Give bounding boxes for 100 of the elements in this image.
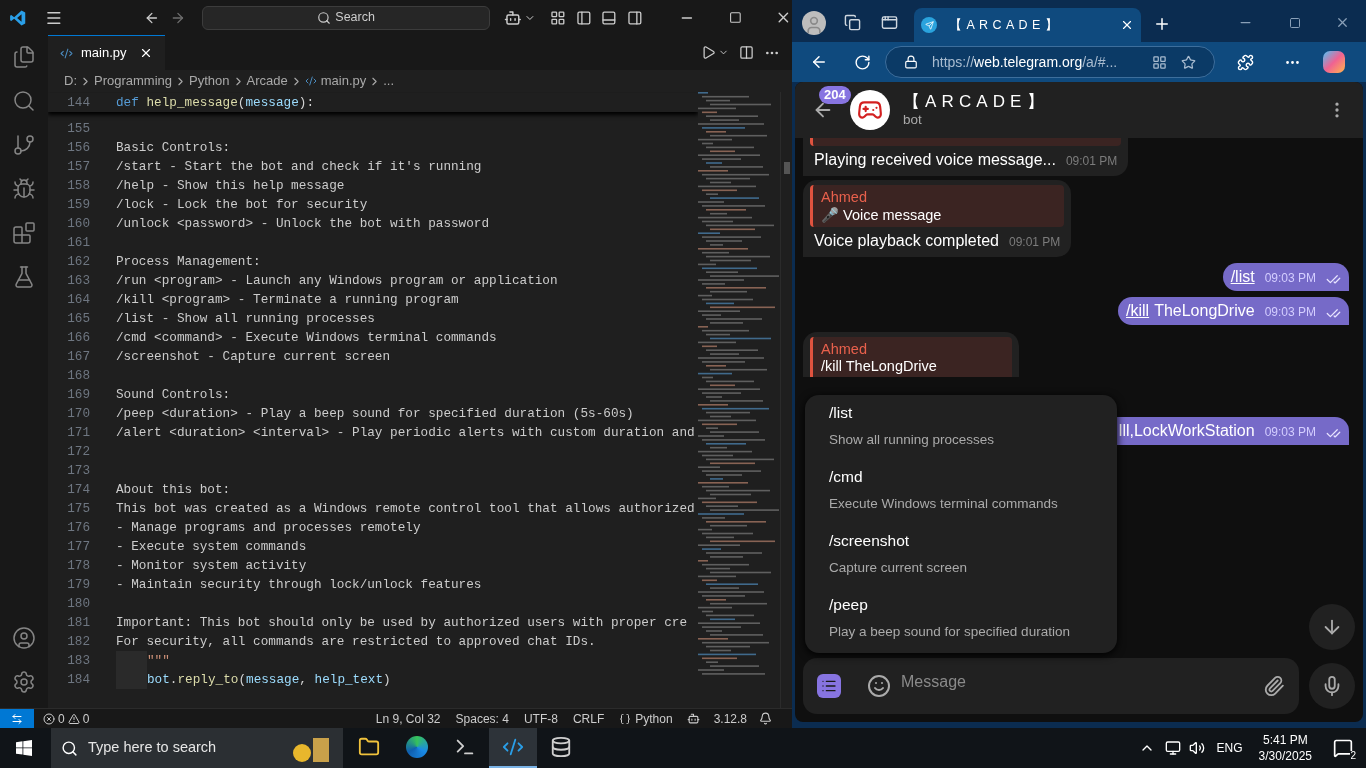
error-count[interactable]: 0 [58, 709, 65, 728]
message-text: lll,LockWorkStation [1118, 421, 1255, 441]
run-icon[interactable] [701, 45, 716, 60]
layout-icon[interactable] [549, 9, 566, 26]
person-icon [804, 15, 824, 35]
line-number: 183 [66, 652, 90, 670]
taskbar-search-field[interactable]: Type here to search [51, 728, 343, 768]
taskbar-app[interactable] [489, 728, 537, 768]
code-text: /help - Show this help message [116, 177, 345, 195]
warning-icon[interactable] [67, 712, 80, 725]
app-install-icon[interactable] [1152, 54, 1167, 70]
files-icon[interactable] [12, 45, 36, 69]
scrollbar[interactable] [780, 92, 792, 708]
breadcrumb-item[interactable]: Python [189, 71, 230, 91]
clock[interactable]: 5:41 PM 3/30/2025 [1258, 732, 1312, 764]
breadcrumb-item[interactable]: D: [64, 71, 77, 91]
secondary-sidebar-icon[interactable] [627, 9, 643, 26]
close-icon[interactable] [1335, 15, 1350, 30]
breadcrumb-item[interactable]: main.py [320, 71, 367, 91]
microphone-button[interactable] [1309, 663, 1355, 709]
command-item[interactable]: /cmd Execute Windows terminal commands [829, 467, 1117, 531]
remote-button[interactable] [0, 709, 34, 728]
profile-avatar[interactable] [802, 11, 826, 35]
copilot-icon[interactable] [504, 8, 522, 27]
input-language[interactable]: ENG [1216, 739, 1243, 757]
account-icon[interactable] [12, 626, 36, 650]
sidebar-toggle-icon[interactable] [575, 9, 592, 26]
maximize-icon[interactable] [1289, 17, 1301, 29]
search-field[interactable]: Search [201, 5, 491, 30]
line-number: 174 [66, 481, 90, 499]
split-editor-icon[interactable] [739, 45, 754, 60]
language-mode[interactable]: Python [635, 709, 673, 728]
tab-actions-icon[interactable] [881, 14, 898, 31]
line-number: 160 [66, 215, 90, 233]
maximize-icon[interactable] [728, 11, 742, 24]
code-text: /start - Start the bot and check if it's running [116, 158, 482, 176]
telegram-logo-icon [921, 17, 937, 33]
panel-toggle-icon[interactable] [601, 9, 618, 26]
warning-count[interactable]: 0 [82, 709, 90, 728]
close-tab-icon[interactable] [1120, 18, 1134, 32]
code-text: Process Management: [116, 253, 261, 271]
reply-sender: Ahmed [821, 340, 868, 358]
emoji-icon[interactable] [867, 674, 891, 698]
windows-start-icon[interactable] [16, 740, 32, 756]
attach-icon[interactable] [1263, 675, 1285, 697]
breadcrumb-item[interactable]: Arcade [246, 71, 288, 91]
command-link[interactable]: /list [1230, 267, 1255, 287]
status-item[interactable]: UTF-8 [523, 709, 558, 728]
volume-icon[interactable] [1188, 740, 1205, 756]
code-text: About this bot: [116, 481, 231, 499]
browser-tab[interactable]: 【ARCADE】 [914, 8, 1141, 42]
message-text: Playing received voice message... [814, 150, 1056, 170]
workspaces-icon[interactable] [844, 14, 861, 31]
braces-icon[interactable] [619, 712, 632, 725]
favorite-icon[interactable] [1181, 54, 1196, 70]
breadcrumb-item[interactable]: ... [383, 71, 395, 91]
breadcrumb-item[interactable]: Programming [94, 71, 173, 91]
command-item[interactable]: /screenshot Capture current screen [829, 531, 1117, 595]
command-name: /list [829, 403, 854, 423]
bot-menu-button[interactable] [817, 674, 841, 698]
copilot-logo-icon[interactable] [1323, 51, 1345, 73]
close-tab-icon[interactable] [139, 46, 153, 60]
message-input[interactable]: Message [901, 670, 1263, 694]
message-composer[interactable]: Message [803, 658, 1299, 714]
command-name: /screenshot [829, 531, 911, 551]
status-item[interactable]: Ln 9, Col 32 [375, 709, 441, 728]
line-number: 157 [66, 158, 90, 176]
status-item[interactable]: CRLF [572, 709, 605, 728]
command-item[interactable]: /list Show all running processes [829, 403, 1117, 467]
code-text: For security, all commands are restricted to approved chat IDs. [116, 633, 596, 651]
command-description: Play a beep sound for specified duration [829, 623, 1071, 640]
extensions-icon[interactable] [12, 221, 36, 245]
new-tab-icon[interactable] [1153, 15, 1171, 33]
python-version[interactable]: 3.12.8 [713, 709, 747, 728]
status-item[interactable]: Spaces: 4 [455, 709, 509, 728]
scroll-down-button[interactable] [1309, 604, 1355, 650]
search-icon[interactable] [12, 89, 36, 113]
extensions-icon[interactable] [1237, 53, 1254, 71]
copilot-icon[interactable] [686, 712, 700, 725]
settings-icon[interactable] [12, 670, 36, 694]
gamepad-avatar[interactable] [850, 90, 890, 130]
reply-quote[interactable]: Ahmed /kill TheLongDrive [810, 337, 1012, 377]
editor-tab[interactable]: main.py [48, 35, 165, 70]
vscode-logo-icon[interactable] [9, 8, 27, 27]
command-item[interactable]: /peep Play a beep sound for specified duration [829, 595, 1117, 653]
code-text: /screenshot - Capture current screen [116, 348, 391, 366]
code-text: - Execute system commands [116, 538, 307, 556]
network-icon[interactable] [1164, 740, 1181, 756]
address-bar[interactable]: https://web.telegram.org/a/#... [885, 46, 1215, 78]
message-time: 09:03 PM [1264, 304, 1316, 321]
flask-icon[interactable] [12, 265, 36, 289]
line-number: 177 [66, 538, 90, 556]
bug-icon[interactable] [12, 177, 36, 201]
back-icon[interactable] [810, 53, 828, 71]
bell-icon[interactable] [759, 712, 772, 725]
command-link[interactable]: /kill [1126, 301, 1150, 321]
error-icon[interactable] [43, 712, 55, 725]
reload-icon[interactable] [854, 53, 871, 71]
branch-icon[interactable] [12, 133, 36, 157]
reply-quote[interactable]: Ahmed 🎤 Voice message [810, 185, 1065, 227]
